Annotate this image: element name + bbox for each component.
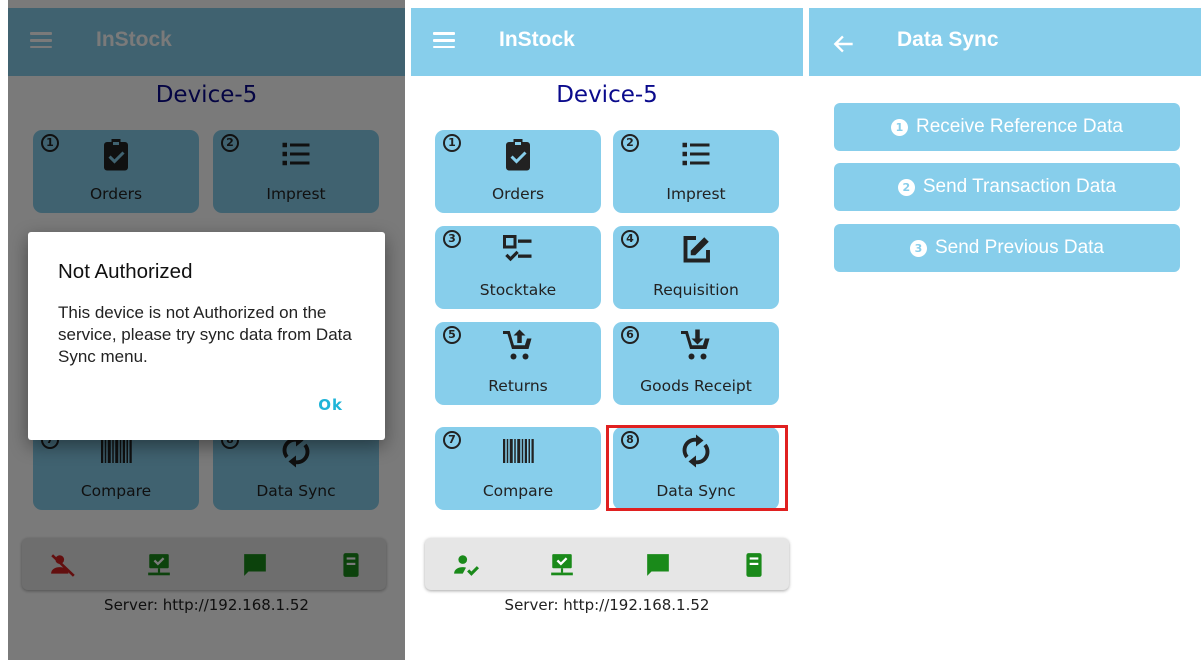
- not-authorized-dialog: Not Authorized This device is not Author…: [28, 232, 385, 440]
- message-icon[interactable]: [645, 552, 671, 578]
- app-bar: Data Sync: [809, 8, 1201, 76]
- tile-label: Compare: [482, 482, 554, 500]
- button-label: Send Transaction Data: [922, 176, 1117, 197]
- send-transaction-data-button[interactable]: 2 Send Transaction Data: [834, 163, 1180, 211]
- tile-imprest[interactable]: 2 Imprest: [613, 130, 779, 213]
- button-number: 1: [891, 118, 908, 136]
- tile-goods-receipt[interactable]: 6 Goods Receipt: [613, 322, 779, 405]
- tile-returns[interactable]: 5 Returns: [435, 322, 601, 405]
- checklist-icon: [500, 232, 536, 268]
- data-sync-highlight-box: [606, 425, 788, 511]
- cart-download-icon: [678, 328, 714, 364]
- clipboard-check-icon: [500, 136, 536, 172]
- home-screen-dialog: InStock Device-5 1 Orders 2 Imprest 7 Co…: [8, 0, 405, 660]
- back-arrow-icon[interactable]: [831, 30, 857, 58]
- menu-icon[interactable]: [433, 28, 459, 56]
- tile-label: Orders: [491, 185, 545, 203]
- device-name: Device-5: [556, 82, 658, 108]
- edit-icon: [678, 232, 714, 268]
- button-number: 2: [897, 178, 915, 196]
- user-check-icon[interactable]: [453, 552, 479, 578]
- screen-title: Data Sync: [897, 28, 999, 51]
- tile-label: Requisition: [653, 281, 739, 299]
- server-address: Server: http://192.168.1.52: [504, 596, 710, 614]
- send-previous-data-button[interactable]: 3 Send Previous Data: [834, 224, 1180, 272]
- status-bar: [425, 538, 789, 590]
- ok-button[interactable]: Ok: [318, 396, 343, 414]
- tile-label: Imprest: [666, 185, 726, 203]
- dialog-title: Not Authorized: [58, 260, 193, 283]
- tile-orders[interactable]: 1 Orders: [435, 130, 601, 213]
- button-label: Receive Reference Data: [916, 116, 1123, 137]
- server-icon[interactable]: [741, 552, 767, 578]
- app-bar: InStock: [411, 8, 803, 76]
- dialog-message: This device is not Authorized on the ser…: [58, 303, 352, 366]
- home-screen: InStock Device-5 1 Orders 2 Imprest 3 St…: [411, 0, 803, 660]
- tile-label: Returns: [488, 377, 548, 395]
- receive-reference-data-button[interactable]: 1 Receive Reference Data: [834, 103, 1180, 151]
- cart-upload-icon: [500, 328, 536, 364]
- button-label: Send Previous Data: [935, 237, 1104, 258]
- network-icon[interactable]: [549, 552, 575, 578]
- tile-requisition[interactable]: 4 Requisition: [613, 226, 779, 309]
- tile-compare[interactable]: 7 Compare: [435, 427, 601, 510]
- barcode-icon: [500, 433, 536, 469]
- tile-label: Stocktake: [479, 281, 557, 299]
- data-sync-screen: Data Sync 1 Receive Reference Data 2 Sen…: [809, 0, 1201, 660]
- tile-label: Goods Receipt: [640, 377, 752, 395]
- tile-stocktake[interactable]: 3 Stocktake: [435, 226, 601, 309]
- button-number: 3: [910, 239, 927, 257]
- list-icon: [678, 136, 714, 172]
- app-title: InStock: [499, 28, 575, 51]
